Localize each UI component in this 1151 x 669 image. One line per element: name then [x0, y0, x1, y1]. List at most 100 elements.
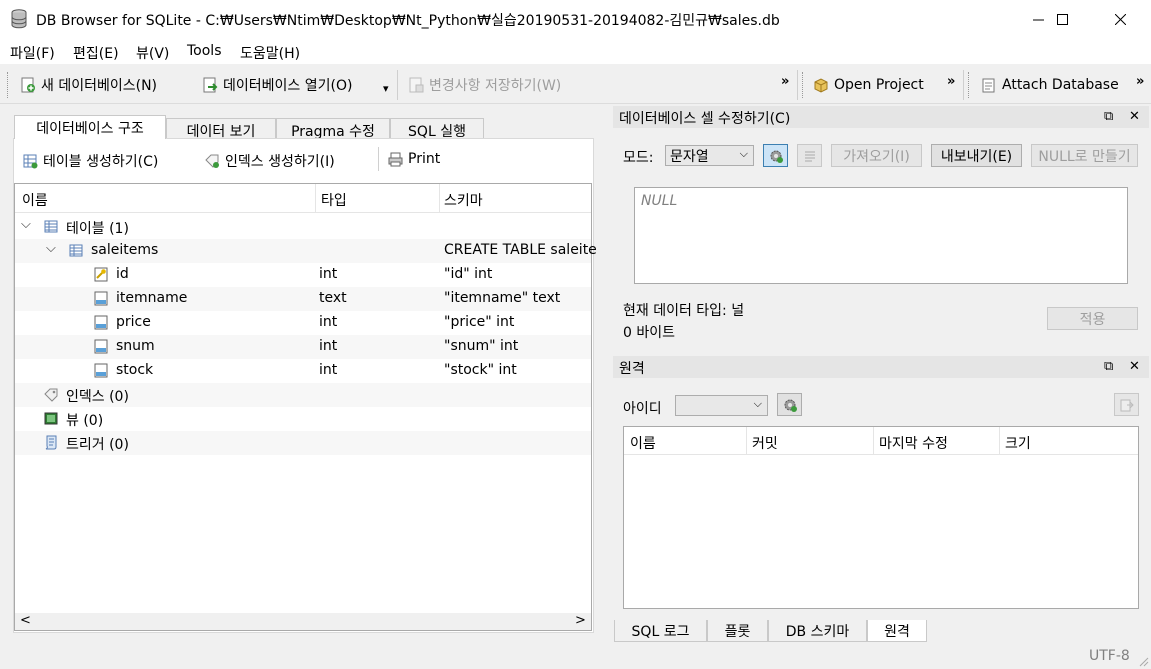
close-dock-icon[interactable]: ✕: [1129, 109, 1140, 124]
menu-edit[interactable]: 편집(E): [73, 43, 119, 63]
toolbar-grip[interactable]: [802, 72, 805, 98]
tree-row-column[interactable]: itemname text "itemname" text: [15, 287, 591, 311]
write-changes-button[interactable]: 변경사항 저장하기(W): [408, 74, 561, 96]
column-header-last-modified[interactable]: 마지막 수정: [879, 433, 948, 453]
open-database-label: 데이터베이스 열기(O): [223, 78, 353, 94]
column-header-size[interactable]: 크기: [1005, 433, 1031, 453]
import-button[interactable]: 가져오기(I): [831, 144, 922, 167]
push-database-button[interactable]: [1114, 393, 1139, 416]
identity-label: 아이디: [623, 401, 662, 417]
tree-row-column[interactable]: price int "price" int: [15, 311, 591, 335]
tab-execute-sql[interactable]: SQL 실행: [390, 118, 484, 140]
remote-dock-title[interactable]: 원격 ⧉ ✕: [613, 356, 1149, 378]
apply-button[interactable]: 적용: [1047, 307, 1138, 330]
create-index-icon: [205, 154, 219, 168]
attach-database-icon: [982, 78, 995, 93]
column-header-schema[interactable]: 스키마: [444, 190, 483, 210]
menu-tools[interactable]: Tools: [187, 43, 222, 59]
column-header-name[interactable]: 이름: [630, 433, 656, 453]
open-database-button[interactable]: 데이터베이스 열기(O): [202, 74, 352, 96]
open-project-label: Open Project: [834, 77, 924, 93]
new-database-button[interactable]: 새 데이터베이스(N): [20, 74, 157, 96]
tree-row-triggers[interactable]: 트리거 (0): [15, 431, 591, 455]
tree-row-table[interactable]: ⌵ saleitems CREATE TABLE saleite: [15, 239, 597, 263]
tree-row-column[interactable]: stock int "stock" int: [15, 359, 591, 383]
create-table-icon: [23, 154, 38, 168]
tree-row-column[interactable]: id int "id" int: [15, 263, 591, 287]
tree-cell-name: saleitems: [91, 242, 159, 258]
scroll-left-icon[interactable]: <: [20, 613, 31, 628]
collapse-chevron-icon[interactable]: ⌵: [46, 241, 56, 256]
attach-database-button[interactable]: Attach Database: [981, 74, 1119, 96]
tree-cell-schema: "itemname" text: [444, 290, 561, 306]
printer-icon: [388, 152, 403, 166]
close-dock-icon[interactable]: ✕: [1129, 359, 1140, 374]
identity-settings-button[interactable]: [777, 393, 802, 416]
tab-db-schema[interactable]: DB 스키마: [768, 620, 867, 642]
menu-file[interactable]: 파일(F): [10, 43, 55, 63]
column-header-type[interactable]: 타입: [321, 190, 347, 210]
collapse-chevron-icon[interactable]: ⌵: [21, 217, 31, 232]
horizontal-scrollbar[interactable]: < >: [15, 613, 591, 630]
tree-cell-schema: "price" int: [444, 314, 515, 330]
trigger-script-icon: [45, 435, 57, 450]
scroll-right-icon[interactable]: >: [575, 613, 586, 628]
title-bar: DB Browser for SQLite - C:₩Users₩Ntim₩De…: [0, 0, 1151, 38]
open-project-button[interactable]: Open Project: [813, 74, 924, 96]
maximize-icon: [1056, 13, 1068, 25]
tab-database-structure[interactable]: 데이터베이스 구조: [14, 115, 166, 139]
toolbar-grip[interactable]: [7, 72, 10, 98]
gear-icon: [784, 399, 797, 412]
float-dock-icon[interactable]: ⧉: [1104, 359, 1113, 374]
float-dock-icon[interactable]: ⧉: [1104, 109, 1113, 124]
set-null-button[interactable]: NULL로 만들기: [1031, 144, 1138, 167]
menu-help[interactable]: 도움말(H): [240, 43, 300, 63]
index-tag-icon: [44, 388, 58, 402]
write-changes-label: 변경사항 저장하기(W): [429, 78, 562, 94]
menu-view[interactable]: 뷰(V): [136, 43, 169, 63]
tree-row-views[interactable]: 뷰 (0): [15, 407, 591, 431]
tree-row-indices[interactable]: 인덱스 (0): [15, 383, 591, 407]
column-header-commit[interactable]: 커밋: [752, 433, 778, 453]
export-button[interactable]: 내보내기(E): [931, 144, 1022, 167]
open-database-dropdown-icon[interactable]: ▾: [383, 82, 389, 95]
tree-row-column[interactable]: snum int "snum" int: [15, 335, 591, 359]
tab-remote[interactable]: 원격: [867, 620, 927, 642]
header-divider: [746, 427, 747, 455]
close-icon: [1114, 13, 1126, 25]
close-button[interactable]: [1097, 0, 1143, 38]
mode-select[interactable]: 문자열 ⌵: [665, 145, 754, 166]
new-database-label: 새 데이터베이스(N): [41, 78, 158, 94]
column-header-name[interactable]: 이름: [22, 190, 48, 210]
auto-switch-mode-button[interactable]: [763, 144, 788, 167]
tab-sql-log[interactable]: SQL 로그: [614, 620, 707, 642]
remote-file-list[interactable]: 이름 커밋 마지막 수정 크기: [623, 426, 1139, 609]
create-index-button[interactable]: 인덱스 생성하기(I): [205, 151, 335, 171]
create-table-button[interactable]: 테이블 생성하기(C): [23, 151, 158, 171]
schema-tree[interactable]: 이름 타입 스키마 ⌵ 테이블 (1) ⌵ saleitems CREATE T…: [14, 183, 597, 631]
tab-plot[interactable]: 플롯: [707, 620, 768, 642]
toolbar-separator: [963, 70, 964, 100]
print-button[interactable]: Print: [388, 151, 440, 167]
toolbar-separator: [397, 70, 398, 100]
resize-grip-icon[interactable]: [1137, 655, 1149, 667]
tree-row-tables[interactable]: ⌵ 테이블 (1): [15, 215, 591, 239]
identity-select[interactable]: ⌵: [675, 395, 768, 416]
toolbar-grip[interactable]: [968, 72, 971, 98]
menu-bar: 파일(F) 편집(E) 뷰(V) Tools 도움말(H): [0, 38, 1151, 64]
chevron-down-icon: ⌵: [739, 147, 748, 160]
header-divider: [315, 184, 316, 213]
tab-browse-data[interactable]: 데이터 보기: [166, 118, 276, 140]
tree-cell-schema: "snum" int: [444, 338, 519, 354]
tree-cell-name: id: [116, 266, 129, 282]
cell-content-editor[interactable]: NULL: [634, 187, 1128, 284]
tab-edit-pragmas[interactable]: Pragma 수정: [276, 118, 390, 140]
toolbar-overflow-icon[interactable]: »: [947, 74, 955, 89]
word-wrap-button[interactable]: [797, 144, 822, 167]
text-lines-icon: [804, 151, 815, 161]
toolbar-overflow-icon[interactable]: »: [781, 74, 789, 89]
tree-cell-schema: "id" int: [444, 266, 493, 282]
toolbar-overflow-icon[interactable]: »: [1136, 74, 1144, 89]
maximize-button[interactable]: [1039, 0, 1085, 38]
edit-cell-dock-title[interactable]: 데이터베이스 셀 수정하기(C) ⧉ ✕: [613, 106, 1149, 128]
